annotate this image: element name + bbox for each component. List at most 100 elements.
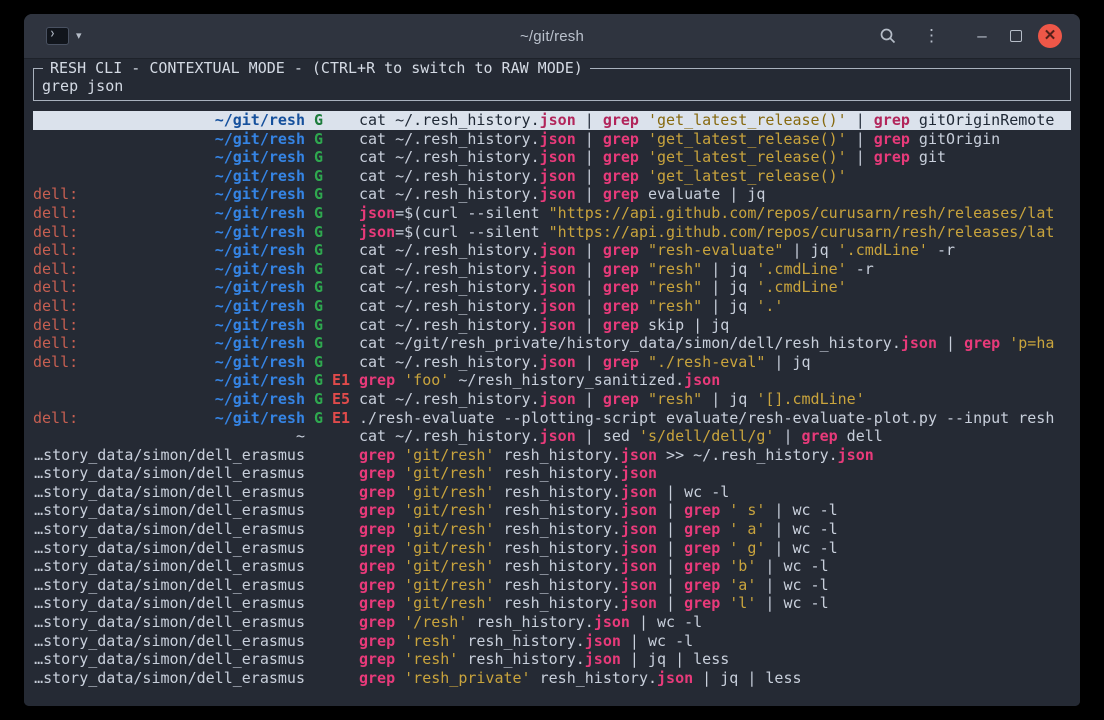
exit-code-flag (323, 204, 350, 223)
exit-code-flag (323, 185, 350, 204)
exit-code-flag (323, 594, 350, 613)
history-row[interactable]: ~/git/reshGcat ~/.resh_history.json | gr… (33, 148, 1071, 167)
git-flag: G (305, 371, 323, 390)
exit-code-flag (323, 278, 350, 297)
history-row[interactable]: dell:~/git/reshGcat ~/.resh_history.json… (33, 185, 1071, 204)
command-segment: grep (603, 111, 639, 129)
command-segment: ' s' (729, 501, 765, 519)
git-flag: G (305, 204, 323, 223)
exit-code-flag (323, 130, 350, 149)
directory-label: …story_data/simon/dell_erasmus (33, 464, 305, 483)
command-segment: 'get_latest_release()' (648, 111, 847, 129)
directory-label: ~/git/resh (33, 130, 305, 149)
command-segment: resh_history. (494, 464, 620, 482)
command-segment: | (657, 539, 684, 557)
history-row[interactable]: …story_data/simon/dell_erasmusgrep 'git/… (33, 539, 1071, 558)
exit-code-flag: E1 (323, 409, 350, 428)
exit-code-flag (323, 539, 350, 558)
menu-kebab-icon[interactable]: ⋮ (923, 26, 940, 46)
history-row[interactable]: …story_data/simon/dell_erasmusgrep 'git/… (33, 594, 1071, 613)
history-row[interactable]: dell:~/git/reshGcat ~/.resh_history.json… (33, 278, 1071, 297)
directory-label: …story_data/simon/dell_erasmus (33, 594, 305, 613)
history-row[interactable]: dell:~/git/reshGE1./resh-evaluate --plot… (33, 409, 1071, 428)
history-row[interactable]: dell:~/git/reshGcat ~/.resh_history.json… (33, 260, 1071, 279)
command-segment: grep (603, 185, 639, 203)
history-row[interactable]: …story_data/simon/dell_erasmusgrep 'resh… (33, 669, 1071, 688)
command-segment: | (576, 278, 603, 296)
close-icon: ✕ (1044, 28, 1057, 43)
command-segment: json (540, 316, 576, 334)
history-row[interactable]: dell:~/git/reshGjson=$(curl --silent "ht… (33, 223, 1071, 242)
directory-label: ~/git/resh (33, 390, 305, 409)
directory-label: ~/git/resh (33, 371, 305, 390)
terminal-icon: ❯ (46, 27, 69, 45)
restore-button[interactable] (1006, 30, 1026, 42)
command-segment: | jq (765, 353, 810, 371)
titlebar[interactable]: ❯ ▾ ~/git/resh ⋮ – ✕ (24, 14, 1080, 59)
history-row[interactable]: dell:~/git/reshGcat ~/.resh_history.json… (33, 353, 1071, 372)
command-segment: json (621, 576, 657, 594)
history-row[interactable]: …story_data/simon/dell_erasmusgrep 'git/… (33, 483, 1071, 502)
command-segment: cat ~/.resh_history. (359, 278, 540, 296)
history-row[interactable]: ~/git/reshGE1grep 'foo' ~/resh_history_s… (33, 371, 1071, 390)
history-row[interactable]: …story_data/simon/dell_erasmusgrep 'git/… (33, 557, 1071, 576)
command-segment (720, 557, 729, 575)
command-segment: | wc -l (621, 632, 693, 650)
command-segment: | (576, 167, 603, 185)
history-row[interactable]: …story_data/simon/dell_erasmusgrep 'git/… (33, 576, 1071, 595)
git-flag (305, 464, 323, 483)
history-row[interactable]: dell:~/git/reshGcat ~/.resh_history.json… (33, 316, 1071, 335)
history-row[interactable]: dell:~/git/reshGcat ~/.resh_history.json… (33, 241, 1071, 260)
git-flag (305, 539, 323, 558)
row-left-column: dell:~/git/resh (33, 297, 305, 316)
history-row[interactable]: …story_data/simon/dell_erasmusgrep 'git/… (33, 464, 1071, 483)
command-segment: grep (603, 316, 639, 334)
history-row[interactable]: dell:~/git/reshGcat ~/git/resh_private/h… (33, 334, 1071, 353)
history-row[interactable]: …story_data/simon/dell_erasmusgrep 'git/… (33, 520, 1071, 539)
command-segment: 'git/resh' (404, 464, 494, 482)
history-row[interactable]: …story_data/simon/dell_erasmusgrep 'git/… (33, 446, 1071, 465)
command-segment: grep (603, 167, 639, 185)
search-button[interactable] (879, 27, 897, 45)
command-segment: grep (603, 148, 639, 166)
command-text: cat ~/git/resh_private/history_data/simo… (359, 334, 1071, 353)
command-segment: resh_history. (494, 446, 620, 464)
history-row-selected[interactable]: ~/git/reshGcat ~/.resh_history.json | gr… (33, 111, 1071, 130)
minimize-button[interactable]: – (972, 26, 992, 46)
directory-label: …story_data/simon/dell_erasmus (33, 632, 305, 651)
row-left-column: …story_data/simon/dell_erasmus (33, 557, 305, 576)
new-terminal-button[interactable]: ❯ ▾ (40, 23, 88, 49)
history-row[interactable]: ~/git/reshGcat ~/.resh_history.json | gr… (33, 167, 1071, 186)
command-segment: '.' (756, 297, 783, 315)
history-row[interactable]: …story_data/simon/dell_erasmusgrep 'resh… (33, 650, 1071, 669)
command-text: grep 'git/resh' resh_history.json >> ~/.… (359, 446, 1071, 465)
history-row[interactable]: dell:~/git/reshGjson=$(curl --silent "ht… (33, 204, 1071, 223)
history-row[interactable]: ~/git/reshGE5cat ~/.resh_history.json | … (33, 390, 1071, 409)
command-segment: json (540, 185, 576, 203)
history-row[interactable]: ~cat ~/.resh_history.json | sed 's/dell/… (33, 427, 1071, 446)
history-row[interactable]: …story_data/simon/dell_erasmusgrep 'git/… (33, 501, 1071, 520)
command-segment (639, 130, 648, 148)
history-row[interactable]: dell:~/git/reshGcat ~/.resh_history.json… (33, 297, 1071, 316)
close-button[interactable]: ✕ (1038, 24, 1062, 48)
history-row[interactable]: …story_data/simon/dell_erasmusgrep 'resh… (33, 632, 1071, 651)
command-segment: | wc -l (756, 557, 828, 575)
command-segment: | (657, 576, 684, 594)
git-flag: G (305, 260, 323, 279)
command-segment: =$(curl --silent (395, 223, 549, 241)
exit-code-flag (323, 353, 350, 372)
command-segment: grep (684, 594, 720, 612)
row-left-column: …story_data/simon/dell_erasmus (33, 501, 305, 520)
command-segment: resh_history. (494, 520, 620, 538)
command-segment: 'git/resh' (404, 483, 494, 501)
exit-code-flag (323, 334, 350, 353)
command-segment: | (576, 185, 603, 203)
command-segment: grep (359, 557, 395, 575)
command-segment: json (359, 204, 395, 222)
exit-code-flag (323, 167, 350, 186)
history-row[interactable]: ~/git/reshGcat ~/.resh_history.json | gr… (33, 130, 1071, 149)
command-segment: cat ~/.resh_history. (359, 111, 540, 129)
history-row[interactable]: …story_data/simon/dell_erasmusgrep '/res… (33, 613, 1071, 632)
command-segment: json (540, 130, 576, 148)
command-segment: dell (838, 427, 883, 445)
